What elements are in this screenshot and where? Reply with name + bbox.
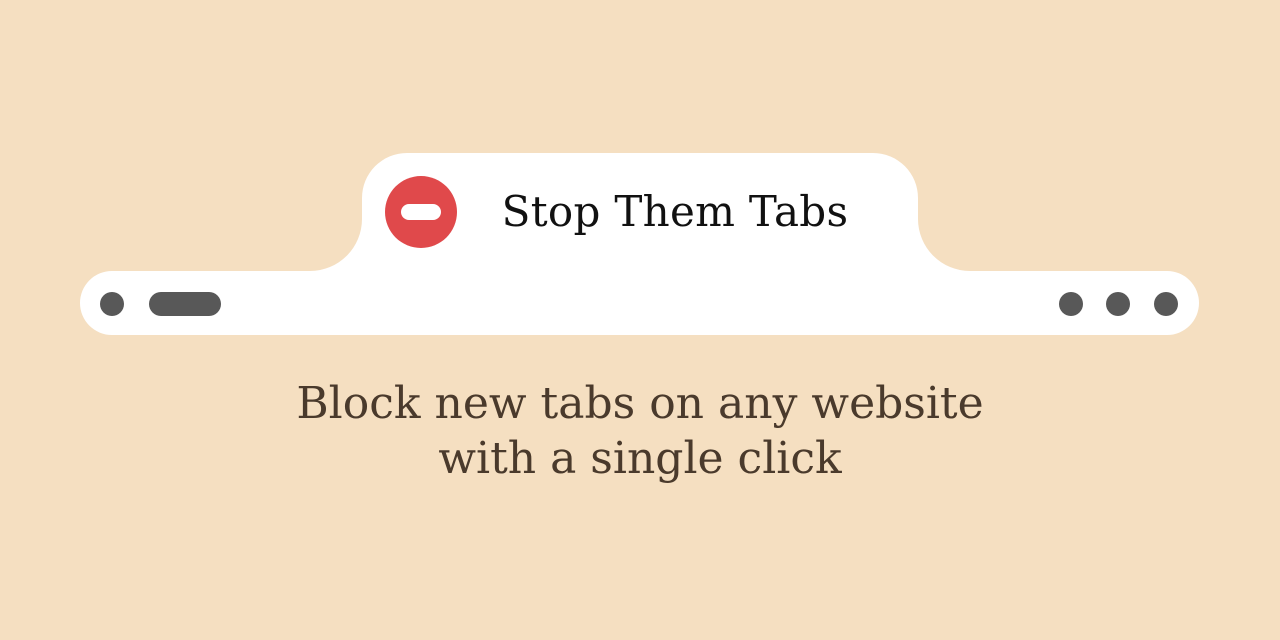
dot-icon bbox=[100, 292, 124, 316]
no-entry-bar bbox=[401, 204, 441, 220]
dot-icon bbox=[1059, 292, 1083, 316]
dot-icon bbox=[1154, 292, 1178, 316]
pill-icon bbox=[149, 292, 221, 316]
tagline-line-2: with a single click bbox=[438, 433, 842, 484]
tagline: Block new tabs on any website with a sin… bbox=[0, 376, 1280, 486]
browser-window-shape bbox=[80, 153, 1199, 335]
browser-illustration: Stop Them Tabs bbox=[0, 0, 1280, 640]
no-entry-icon bbox=[385, 176, 457, 248]
dot-icon bbox=[1106, 292, 1130, 316]
tagline-line-1: Block new tabs on any website bbox=[296, 378, 984, 429]
tab-title: Stop Them Tabs bbox=[501, 187, 849, 236]
